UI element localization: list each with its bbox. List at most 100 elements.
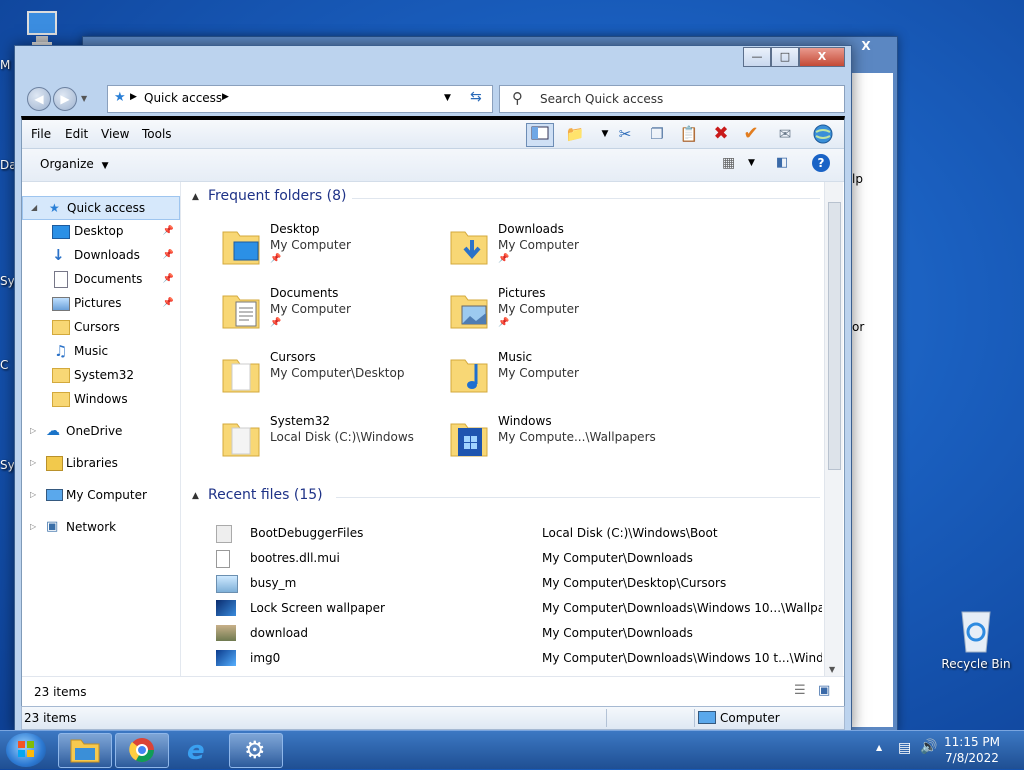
expand-arrow-icon[interactable]: ▷ (30, 516, 36, 538)
recent-file-row[interactable]: img0 My Computer\Downloads\Windows 10 t.… (216, 647, 822, 669)
desktop-computer-icon[interactable] (22, 8, 62, 48)
search-box[interactable]: ⚲ Search Quick access (499, 85, 845, 113)
start-button[interactable] (6, 733, 46, 767)
nav-item-quick-access[interactable]: ◢ ★ Quick access (22, 196, 180, 220)
expand-arrow-icon[interactable]: ▷ (30, 452, 36, 474)
preview-pane-icon[interactable] (526, 123, 554, 147)
details-pane-icon[interactable]: ◧ (776, 155, 788, 170)
address-field[interactable]: ★ ▶ Quick access ▶ ▼ ⇆ (107, 85, 493, 113)
search-placeholder: Search Quick access (540, 92, 664, 106)
recent-file-row[interactable]: download My Computer\Downloads (216, 622, 816, 644)
breadcrumb-separator-icon[interactable]: ▶ (222, 92, 229, 102)
folder-tile-music[interactable]: Music My Computer (450, 350, 670, 406)
vertical-scrollbar[interactable]: ▼ (824, 182, 843, 676)
folder-location: My Computer (498, 366, 579, 380)
collapse-section-icon[interactable]: ▲ (192, 192, 199, 202)
minimize-button[interactable]: — (743, 47, 771, 67)
volume-icon[interactable]: 🔊 (920, 739, 937, 755)
change-view-icon[interactable]: ▦ (722, 155, 735, 171)
recent-file-path: My Computer\Downloads (542, 626, 693, 640)
folder-tile-downloads[interactable]: Downloads My Computer 📌 (450, 222, 670, 278)
background-window-text: lp (852, 172, 863, 186)
collapse-section-icon[interactable]: ▲ (192, 491, 199, 501)
taskbar-chrome[interactable] (115, 733, 169, 768)
breadcrumb-separator-icon[interactable]: ▶ (130, 92, 137, 102)
scrollbar-thumb[interactable] (828, 202, 841, 470)
nav-item-onedrive[interactable]: ▷ ☁ OneDrive (22, 420, 178, 442)
delete-icon[interactable]: ✖ (708, 123, 734, 145)
details-view-icon[interactable]: ☰ (794, 683, 806, 698)
back-button[interactable]: ◀ (27, 87, 51, 111)
nav-label: Music (74, 344, 109, 358)
recent-file-name: download (250, 626, 309, 640)
paste-icon[interactable]: 📋 (676, 123, 702, 145)
scroll-down-icon[interactable]: ▼ (829, 665, 835, 674)
chrome-icon (129, 738, 154, 763)
forward-button[interactable]: ▶ (53, 87, 77, 111)
explorer-window: — □ X ◀ ▶ ▼ ★ ▶ Quick access ▶ ▼ ⇆ ⚲ Sea… (14, 45, 852, 732)
nav-item-desktop[interactable]: Desktop 📌 (22, 220, 178, 242)
recent-file-row[interactable]: bootres.dll.mui My Computer\Downloads (216, 547, 816, 569)
recent-locations-icon[interactable]: ▼ (81, 94, 87, 103)
refresh-icon[interactable]: ⇆ (470, 89, 482, 105)
globe-icon[interactable] (810, 123, 836, 145)
breadcrumb-quick-access[interactable]: Quick access (144, 91, 222, 105)
expand-arrow-icon[interactable]: ▷ (30, 484, 36, 506)
folder-tile-desktop[interactable]: Desktop My Computer 📌 (222, 222, 442, 278)
computer-icon (698, 711, 716, 724)
close-button[interactable]: X (799, 47, 845, 67)
folder-tile-system32[interactable]: System32 Local Disk (C:)\Windows (222, 414, 442, 470)
organize-button[interactable]: Organize ▼ (40, 157, 109, 171)
taskbar-settings[interactable]: ⚙ (229, 733, 283, 768)
taskbar-internet-explorer[interactable]: e (172, 733, 226, 768)
address-dropdown-icon[interactable]: ▼ (444, 93, 451, 103)
recent-files-header[interactable]: Recent files (15) (208, 487, 323, 503)
folder-location: Local Disk (C:)\Windows (270, 430, 414, 444)
cut-icon[interactable]: ✂ (612, 123, 638, 145)
nav-item-pictures[interactable]: Pictures 📌 (22, 292, 178, 314)
nav-item-cursors[interactable]: Cursors (22, 316, 178, 338)
nav-item-windows[interactable]: Windows (22, 388, 178, 410)
folder-tile-cursors[interactable]: Cursors My Computer\Desktop (222, 350, 442, 406)
copy-icon[interactable]: ❐ (644, 123, 670, 145)
maximize-button[interactable]: □ (771, 47, 799, 67)
nav-item-music[interactable]: ♫ Music (22, 340, 178, 362)
nav-item-my-computer[interactable]: ▷ My Computer (22, 484, 178, 506)
expand-arrow-icon[interactable]: ▷ (30, 420, 36, 442)
organize-dropdown-icon: ▼ (101, 161, 109, 171)
nav-item-downloads[interactable]: ↓ Downloads 📌 (22, 244, 178, 266)
nav-item-system32[interactable]: System32 (22, 364, 178, 386)
help-icon[interactable]: ? (812, 154, 830, 172)
taskbar-file-explorer[interactable] (58, 733, 112, 768)
show-hidden-icons-button[interactable]: ▲ (876, 743, 882, 752)
nav-item-libraries[interactable]: ▷ Libraries (22, 452, 178, 474)
properties-icon[interactable]: ✉ (772, 123, 798, 145)
menu-edit[interactable]: Edit (65, 127, 88, 141)
menu-view[interactable]: View (101, 127, 129, 141)
system-clock[interactable]: 11:15 PM 7/8/2022 (944, 734, 1000, 766)
background-window-close-button[interactable]: X (847, 37, 885, 55)
frequent-folders-header[interactable]: Frequent folders (8) (208, 188, 347, 204)
menu-tools[interactable]: Tools (142, 127, 172, 141)
rename-check-icon[interactable]: ✔ (738, 123, 764, 145)
recent-file-row[interactable]: busy_m My Computer\Desktop\Cursors (216, 572, 816, 594)
new-folder-icon[interactable]: 📁 (562, 123, 588, 145)
nav-label: Pictures (74, 296, 122, 310)
menu-file[interactable]: File (31, 127, 51, 141)
documents-folder-icon (222, 295, 260, 329)
collapse-arrow-icon[interactable]: ◢ (31, 197, 37, 219)
recycle-bin-shortcut[interactable]: Recycle Bin (938, 606, 1014, 671)
search-icon: ⚲ (512, 89, 523, 107)
nav-item-network[interactable]: ▷ ▣ Network (22, 516, 178, 538)
view-dropdown-icon[interactable]: ▼ (748, 158, 755, 168)
nav-item-documents[interactable]: Documents 📌 (22, 268, 178, 290)
large-icons-view-icon[interactable]: ▣ (818, 683, 830, 698)
network-tray-icon[interactable]: ▤ (898, 740, 911, 756)
folder-tile-windows[interactable]: Windows My Compute...\Wallpapers (450, 414, 670, 470)
folder-tile-documents[interactable]: Documents My Computer 📌 (222, 286, 442, 342)
status-divider (606, 709, 607, 727)
recent-file-row[interactable]: BootDebuggerFiles Local Disk (C:)\Window… (216, 522, 816, 544)
folder-tile-pictures[interactable]: Pictures My Computer 📌 (450, 286, 670, 342)
windows-logo-icon (18, 741, 34, 757)
recent-file-row[interactable]: Lock Screen wallpaper My Computer\Downlo… (216, 597, 822, 619)
